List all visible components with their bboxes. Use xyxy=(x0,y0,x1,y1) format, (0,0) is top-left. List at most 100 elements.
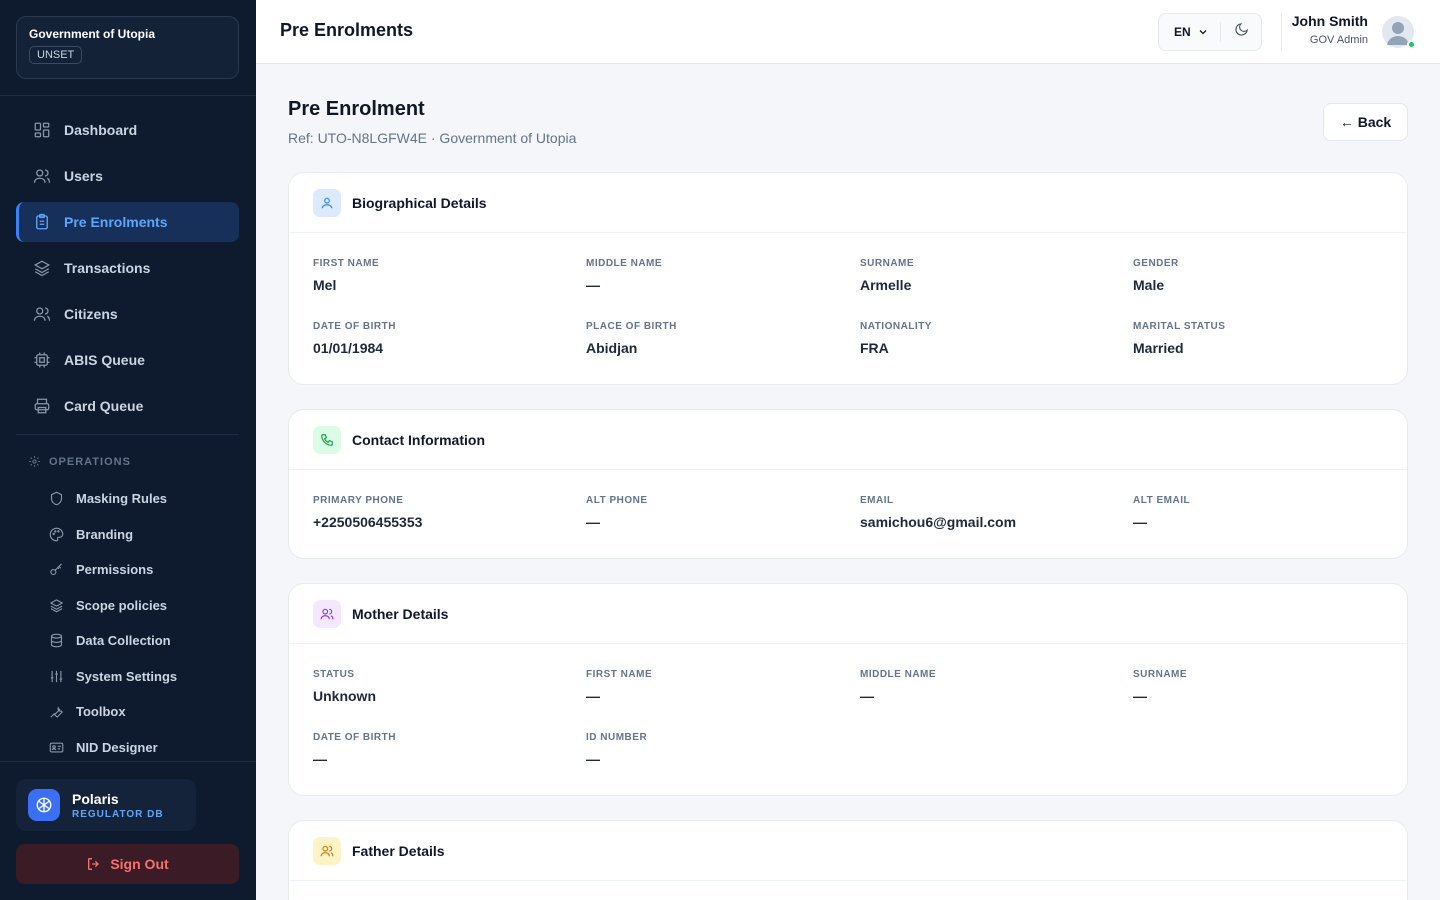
ops-item-branding[interactable]: Branding xyxy=(40,517,239,553)
database-icon xyxy=(48,633,64,649)
key-icon xyxy=(48,562,64,578)
ops-item-nid-designer[interactable]: NID Designer xyxy=(40,730,239,766)
field-value: — xyxy=(586,751,600,767)
user-icon xyxy=(313,188,341,217)
field-value: — xyxy=(586,277,600,293)
ops-item-masking-rules[interactable]: Masking Rules xyxy=(40,481,239,517)
ops-label: NID Designer xyxy=(76,739,158,755)
field-label: DATE OF BIRTH xyxy=(313,732,396,743)
shield-icon xyxy=(48,491,64,507)
field-label: MIDDLE NAME xyxy=(586,258,663,269)
org-switcher[interactable]: Government of Utopia UNSET xyxy=(16,16,239,79)
field-surname: SURNAME Armelle xyxy=(860,258,1120,293)
palette-icon xyxy=(48,526,64,542)
field-status: STATUS Unknown xyxy=(313,669,573,704)
language-select[interactable]: EN xyxy=(1159,22,1221,42)
header-controls: EN xyxy=(1158,13,1262,51)
divider xyxy=(0,761,256,762)
id-card-icon xyxy=(48,739,64,755)
card-header: Biographical Details xyxy=(289,173,1407,233)
chevron-down-icon xyxy=(1197,26,1209,38)
nav-item-pre-enrolments[interactable]: Pre Enrolments xyxy=(16,202,239,242)
clipboard-icon xyxy=(32,212,52,232)
field-value: — xyxy=(313,751,327,767)
nav-item-citizens[interactable]: Citizens xyxy=(16,294,239,334)
field-value: — xyxy=(1133,688,1147,704)
ops-item-permissions[interactable]: Permissions xyxy=(40,552,239,588)
ops-item-system-settings[interactable]: System Settings xyxy=(40,659,239,695)
layers-icon xyxy=(32,258,52,278)
ops-item-scope-policies[interactable]: Scope policies xyxy=(40,588,239,624)
field-label: FIRST NAME xyxy=(313,258,380,269)
field-value: FRA xyxy=(860,340,889,356)
field-alt-phone: ALT PHONE — xyxy=(586,495,846,530)
citizens-icon xyxy=(32,304,52,324)
field-first-name: FIRST NAME Mel xyxy=(313,258,573,293)
page-subtitle: Ref: UTO-N8LGFW4E · Government of Utopia xyxy=(288,130,577,146)
field-label: ID NUMBER xyxy=(586,732,648,743)
ops-label: Scope policies xyxy=(76,597,168,613)
sign-out-button[interactable]: Sign Out xyxy=(16,844,239,884)
field-date-of-birth: DATE OF BIRTH — xyxy=(313,732,573,767)
gear-icon xyxy=(28,455,41,468)
field-date-of-birth: DATE OF BIRTH 01/01/1984 xyxy=(313,321,573,356)
field-value: — xyxy=(1133,514,1147,530)
ops-label: Toolbox xyxy=(76,704,126,720)
nav-item-users[interactable]: Users xyxy=(16,156,239,196)
ops-item-data-collection[interactable]: Data Collection xyxy=(40,623,239,659)
card-title: Contact Information xyxy=(352,431,485,448)
divider xyxy=(16,434,239,435)
field-value: 01/01/1984 xyxy=(313,340,384,356)
nav-item-dashboard[interactable]: Dashboard xyxy=(16,110,239,150)
users-icon xyxy=(313,599,341,628)
mother-details-card: Mother Details STATUS Unknown FIRST NAME —… xyxy=(288,583,1408,796)
field-marital-status: MARITAL STATUS Married xyxy=(1133,321,1393,356)
back-button[interactable]: ← Back xyxy=(1323,103,1408,141)
phone-icon xyxy=(313,425,341,454)
card-title: Biographical Details xyxy=(352,194,487,211)
field-label: DATE OF BIRTH xyxy=(313,321,396,332)
printer-icon xyxy=(32,396,52,416)
users-icon xyxy=(313,836,341,865)
field-value: Male xyxy=(1133,277,1165,293)
sidebar: Government of Utopia UNSET Dashboard Use… xyxy=(0,0,256,900)
nav-label: Transactions xyxy=(64,260,151,276)
brand-card: Polaris REGULATOR DB xyxy=(16,779,196,831)
layers-icon xyxy=(48,597,64,613)
card-header: Father Details xyxy=(289,821,1407,881)
field-label: ALT EMAIL xyxy=(1133,495,1191,506)
field-value: Unknown xyxy=(313,688,376,704)
card-header: Mother Details xyxy=(289,584,1407,644)
nav-item-transactions[interactable]: Transactions xyxy=(16,248,239,288)
divider xyxy=(0,95,256,96)
operations-nav: Masking Rules Branding Permissions Scope… xyxy=(40,481,239,765)
ops-label: System Settings xyxy=(76,668,178,684)
field-label: ALT PHONE xyxy=(586,495,648,506)
nav-item-card-queue[interactable]: Card Queue xyxy=(16,386,239,426)
user-role: GOV Admin xyxy=(1309,34,1368,46)
header-title: Pre Enrolments xyxy=(280,20,414,40)
field-id-number: ID NUMBER — xyxy=(586,732,846,767)
field-value: samichou6@gmail.com xyxy=(860,514,1017,530)
brand-subtitle: REGULATOR DB xyxy=(72,808,164,820)
nav-label: Pre Enrolments xyxy=(64,214,168,230)
field-label: SURNAME xyxy=(1133,669,1188,680)
operations-heading: OPERATIONS xyxy=(28,455,131,468)
ops-item-toolbox[interactable]: Toolbox xyxy=(40,694,239,730)
nav-label: Citizens xyxy=(64,306,118,322)
moon-icon xyxy=(1234,22,1249,42)
operations-heading-label: OPERATIONS xyxy=(49,455,131,468)
org-badge: UNSET xyxy=(29,46,83,64)
field-middle-name: MIDDLE NAME — xyxy=(586,258,846,293)
theme-toggle[interactable] xyxy=(1221,22,1261,42)
field-email: EMAIL samichou6@gmail.com xyxy=(860,495,1120,530)
card-title: Mother Details xyxy=(352,605,449,622)
online-status-dot xyxy=(1407,40,1416,49)
field-first-name: FIRST NAME — xyxy=(586,669,846,704)
avatar[interactable] xyxy=(1382,16,1416,49)
nav-item-abis-queue[interactable]: ABIS Queue xyxy=(16,340,239,380)
polaris-logo-icon xyxy=(28,789,60,821)
main-nav: Dashboard Users Pre Enrolments Transacti… xyxy=(16,110,239,432)
ops-label: Masking Rules xyxy=(76,491,168,507)
divider xyxy=(1281,14,1282,50)
